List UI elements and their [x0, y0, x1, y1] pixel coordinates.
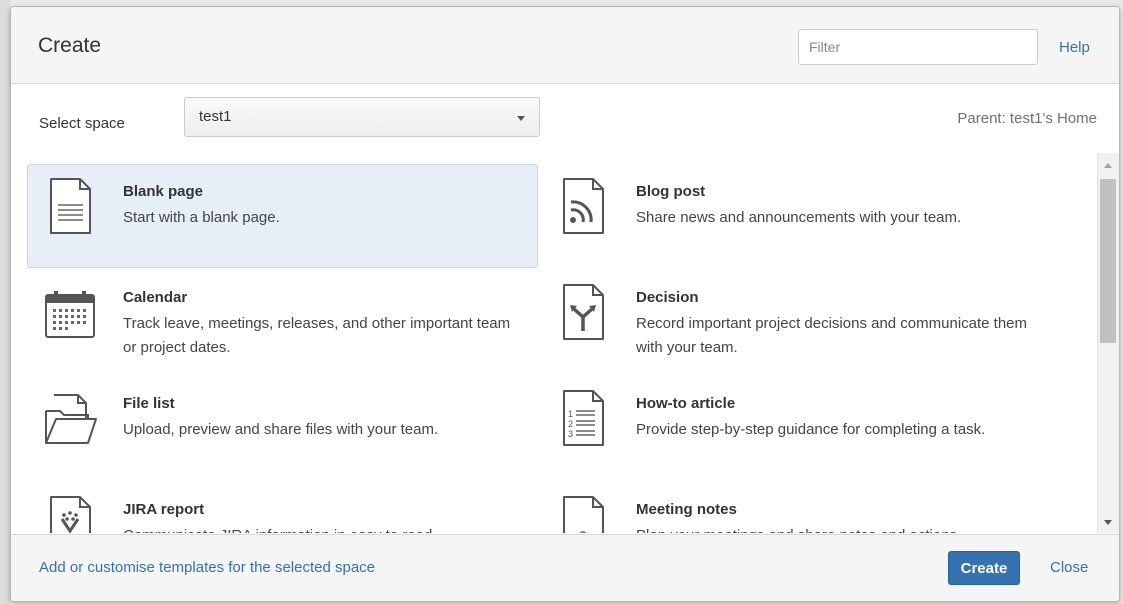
- space-selection-row: Select space: [11, 84, 1119, 154]
- template-list-scrollbar[interactable]: [1097, 153, 1119, 533]
- template-name: JIRA report: [123, 501, 205, 518]
- how-to-article-icon: 123: [563, 390, 604, 446]
- space-select-value: test1: [199, 108, 232, 125]
- page-backdrop: [0, 0, 10, 604]
- dialog-header: Create Help: [11, 7, 1119, 84]
- template-name: Blank page: [123, 183, 204, 200]
- decision-icon: [563, 284, 604, 340]
- customise-templates-link[interactable]: Add or customise templates for the selec…: [39, 559, 375, 576]
- template-blank-page[interactable]: Blank page Start with a blank page.: [27, 164, 538, 268]
- select-space-label: Select space: [39, 115, 125, 132]
- parent-page-label: Parent: test1's Home: [957, 110, 1097, 127]
- space-select[interactable]: test1: [184, 97, 540, 137]
- blog-post-icon: [563, 178, 604, 234]
- template-description: Share news and announcements with your t…: [636, 209, 962, 226]
- template-decision[interactable]: Decision Record important project decisi…: [540, 270, 1051, 374]
- template-description: Provide step-by-step guidance for comple…: [636, 421, 986, 438]
- template-meeting-notes[interactable]: Meeting notes Plan your meetings and sha…: [540, 482, 1051, 533]
- meeting-notes-icon: [563, 496, 604, 533]
- template-blog-post[interactable]: Blog post Share news and announcements w…: [540, 164, 1051, 268]
- help-link[interactable]: Help: [1059, 39, 1090, 56]
- create-dialog: Create Help Select space test1 Parent: t…: [10, 6, 1120, 602]
- scroll-up-arrow-icon[interactable]: [1104, 163, 1112, 168]
- template-grid: Blank page Start with a blank page. Blog…: [11, 153, 1097, 533]
- dialog-title: Create: [38, 34, 102, 57]
- template-description: Start with a blank page.: [123, 209, 280, 226]
- template-description: Plan your meetings and share notes and a…: [636, 524, 1031, 533]
- calendar-icon: [45, 291, 95, 338]
- template-description: Record important project decisions and c…: [636, 315, 1028, 356]
- jira-report-icon: [50, 496, 91, 533]
- template-name: File list: [123, 395, 175, 412]
- file-list-icon: [45, 394, 97, 444]
- template-description: Track leave, meetings, releases, and oth…: [123, 315, 511, 356]
- svg-text:1: 1: [568, 409, 573, 419]
- template-name: Calendar: [123, 289, 188, 306]
- template-description: Upload, preview and share files with you…: [123, 421, 439, 438]
- template-file-list[interactable]: File list Upload, preview and share file…: [27, 376, 538, 480]
- template-name: Decision: [636, 289, 699, 306]
- template-name: Meeting notes: [636, 501, 737, 518]
- svg-text:3: 3: [568, 429, 573, 439]
- dialog-footer: Add or customise templates for the selec…: [11, 534, 1119, 601]
- template-jira-report[interactable]: JIRA report Communicate JIRA information…: [27, 482, 538, 533]
- blank-page-icon: [50, 178, 91, 234]
- create-button[interactable]: Create: [948, 551, 1020, 585]
- chevron-down-icon: [517, 116, 525, 121]
- template-how-to-article[interactable]: 123 How-to article Provide step-by-step …: [540, 376, 1051, 480]
- template-calendar[interactable]: Calendar Track leave, meetings, releases…: [27, 270, 538, 374]
- template-name: Blog post: [636, 183, 706, 200]
- svg-text:2: 2: [568, 419, 573, 429]
- close-link[interactable]: Close: [1050, 559, 1088, 576]
- template-description: Communicate JIRA information in easy to …: [123, 524, 518, 533]
- filter-input[interactable]: [798, 29, 1038, 65]
- scroll-down-arrow-icon[interactable]: [1104, 520, 1112, 525]
- scrollbar-thumb[interactable]: [1100, 179, 1116, 343]
- template-name: How-to article: [636, 395, 736, 412]
